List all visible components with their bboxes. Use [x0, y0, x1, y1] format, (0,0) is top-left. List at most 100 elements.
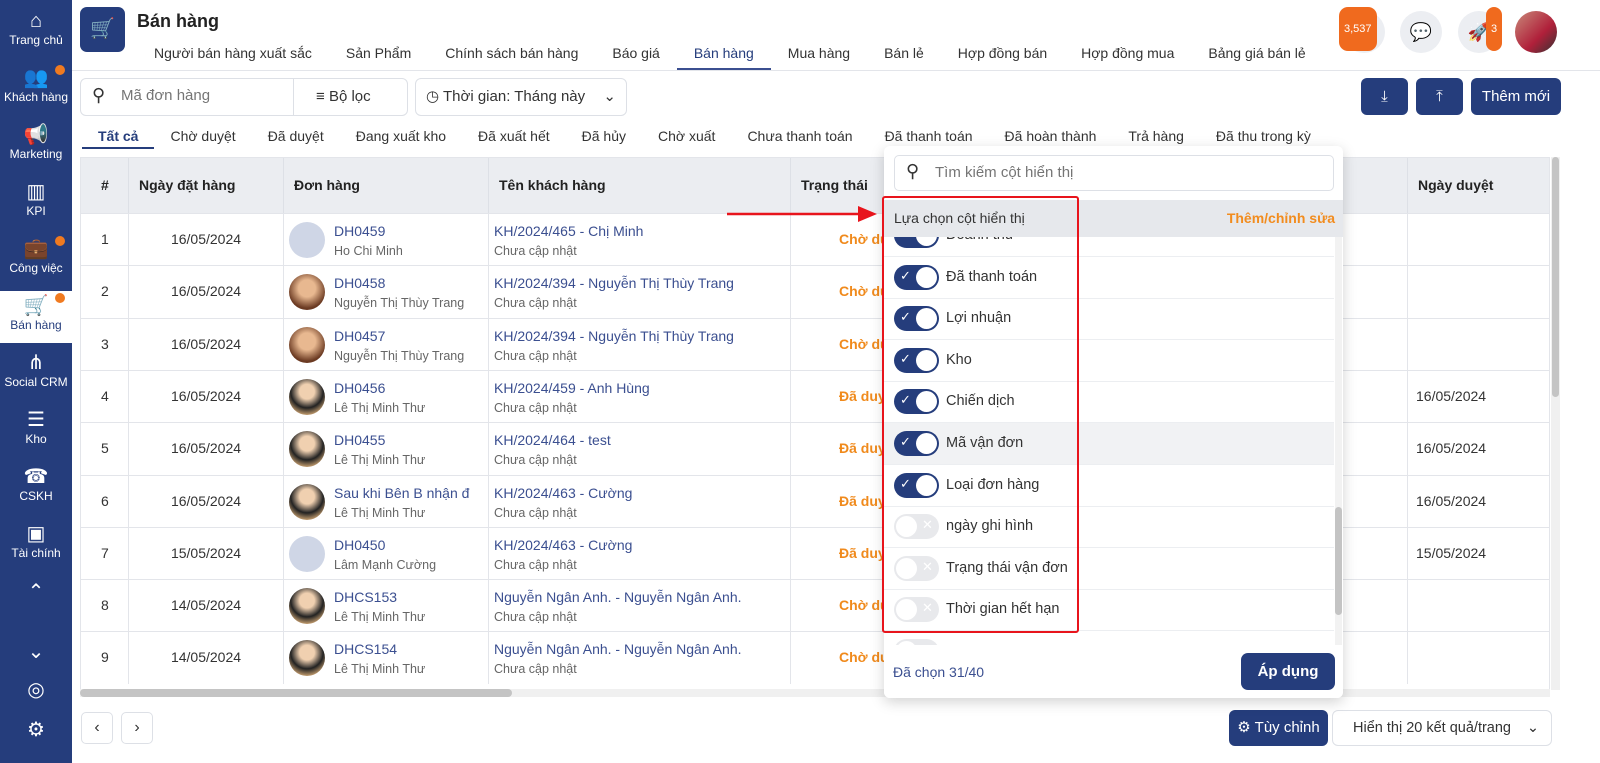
customer-link[interactable]: Nguyễn Ngân Anh. - Nguyễn Ngân Anh. [494, 641, 742, 657]
table-cell [1408, 580, 1549, 632]
row-number: 8 [101, 597, 109, 614]
chat-button[interactable]: 💬 [1400, 11, 1442, 53]
column-search-input[interactable] [935, 164, 1315, 181]
page-size-select[interactable]: Hiển thị 20 kết quả/trang ⌄ [1332, 710, 1552, 746]
status-tab[interactable]: Đã duyệt [252, 128, 340, 149]
column-header[interactable]: Đơn hàng [284, 158, 489, 213]
sidebar-item-0[interactable]: ⌂ Trang chủ [0, 6, 72, 58]
sidebar-item-3[interactable]: ▥ KPI [0, 177, 72, 229]
column-header[interactable]: Ngày duyệt [1408, 158, 1549, 213]
notification-button[interactable]: 🔔3,537 [1339, 7, 1385, 53]
nav-tab[interactable]: Báo giá [595, 44, 676, 70]
nav-tab[interactable]: Sản Phẩm [329, 44, 428, 70]
sidebar-item-7[interactable]: ☰ Kho [0, 405, 72, 457]
row-number: 7 [101, 544, 109, 561]
megaphone-icon: 📢 [23, 124, 49, 146]
customer-link[interactable]: KH/2024/394 - Nguyễn Thị Thùy Trang [494, 328, 734, 344]
filter-button[interactable]: ≡ Bộ lọc [293, 79, 409, 115]
order-code-link[interactable]: DHCS154 [334, 641, 397, 657]
sidebar-item-9[interactable]: ▣ Tài chính [0, 519, 72, 571]
status-tab[interactable]: Chờ xuất [642, 128, 731, 149]
download-button[interactable]: ⤓ [1361, 78, 1408, 115]
prev-page-button[interactable]: ‹ [81, 712, 113, 744]
status-tab[interactable]: Đã xuất hết [462, 128, 566, 149]
nav-tab[interactable]: Người bán hàng xuất sắc [137, 44, 329, 70]
upload-button[interactable]: ⤒ [1416, 78, 1463, 115]
rocket-button[interactable]: 🚀 3 [1458, 7, 1503, 53]
order-code-link[interactable]: DH0458 [334, 275, 385, 291]
customize-button[interactable]: ⚙ Tùy chỉnh [1229, 710, 1328, 746]
apply-button[interactable]: Áp dụng [1241, 653, 1335, 690]
table-cell: 16/05/2024 [129, 318, 284, 371]
sidebar-item-2[interactable]: 📢 Marketing [0, 120, 72, 172]
nav-tab[interactable]: Bán hàng [676, 44, 771, 70]
customer-link[interactable]: KH/2024/394 - Nguyễn Thị Thùy Trang [494, 275, 734, 291]
customer-link[interactable]: Nguyễn Ngân Anh. - Nguyễn Ngân Anh. [494, 589, 742, 605]
customer-link[interactable]: KH/2024/464 - test [494, 432, 611, 448]
seller-name: Nguyễn Thị Thùy Trang [334, 296, 465, 311]
sidebar-settings[interactable]: ⚙ [0, 718, 72, 742]
nav-tab[interactable]: Mua hàng [771, 44, 867, 70]
table-cell: 15/05/2024 [1408, 528, 1549, 580]
table-cell: DH0459 Ho Chi Minh [284, 214, 489, 266]
sidebar-expand-up[interactable]: ⌃ [0, 580, 72, 604]
nav-tab[interactable]: Chính sách bán hàng [428, 44, 595, 70]
sidebar-item-label: CSKH [19, 489, 53, 503]
table-cell: 16/05/2024 [129, 475, 284, 528]
edit-columns-link[interactable]: Thêm/chỉnh sửa [1227, 200, 1335, 237]
order-date: 14/05/2024 [170, 649, 242, 666]
search-icon: ⚲ [92, 85, 106, 105]
order-search-input[interactable] [121, 87, 291, 104]
seller-name: Lê Thị Minh Thư [334, 662, 426, 677]
chevron-up-icon: ⌃ [27, 581, 45, 603]
app-cart-icon: 🛒 [80, 7, 125, 52]
table-cell: DHCS154 Lê Thị Minh Thư [284, 632, 489, 685]
customer-link[interactable]: KH/2024/463 - Cường [494, 485, 632, 501]
order-code-link[interactable]: DHCS153 [334, 589, 397, 605]
sidebar-item-4[interactable]: 💼 Công việc [0, 234, 72, 286]
order-search: ⚲ ≡ Bộ lọc [80, 78, 408, 116]
user-avatar[interactable] [1515, 11, 1557, 53]
add-new-button[interactable]: Thêm mới [1471, 78, 1561, 115]
sidebar-support[interactable]: ◎ [0, 678, 72, 702]
nav-tab[interactable]: Hợp đồng bán [941, 44, 1064, 70]
order-code-link[interactable]: DH0457 [334, 328, 385, 344]
sidebar-item-6[interactable]: ⋔ Social CRM [0, 348, 72, 400]
customer-link[interactable]: KH/2024/463 - Cường [494, 537, 632, 553]
order-code-link[interactable]: DH0456 [334, 380, 385, 396]
column-list-scrollbar[interactable] [1335, 237, 1342, 645]
order-code-link[interactable]: Sau khi Bên B nhận đ [334, 485, 469, 501]
table-cell: KH/2024/394 - Nguyễn Thị Thùy Trang Chưa … [489, 266, 791, 319]
status-tab[interactable]: Chưa thanh toán [731, 128, 868, 149]
column-search: ⚲ [894, 155, 1334, 191]
table-cell: Nguyễn Ngân Anh. - Nguyễn Ngân Anh. Chưa … [489, 580, 791, 633]
nav-tab[interactable]: Bán lẻ [867, 44, 941, 70]
customer-link[interactable]: KH/2024/465 - Chị Minh [494, 223, 643, 239]
sidebar-item-8[interactable]: ☎ CSKH [0, 462, 72, 514]
order-code-link[interactable]: DH0459 [334, 223, 385, 239]
vertical-scrollbar[interactable] [1551, 157, 1560, 690]
table-cell: 15/05/2024 [129, 527, 284, 580]
column-option[interactable]: ✕ [884, 631, 1334, 645]
time-select[interactable]: ◷ Thời gian: Tháng này ⌄ [415, 78, 627, 116]
status-tab[interactable]: Chờ duyệt [154, 128, 251, 149]
status-tab[interactable]: Đã hủy [566, 128, 642, 149]
table-cell: DHCS153 Lê Thị Minh Thư [284, 580, 489, 633]
next-page-button[interactable]: › [121, 712, 153, 744]
order-code-link[interactable]: DH0455 [334, 432, 385, 448]
column-header[interactable]: Ngày đặt hàng [129, 158, 284, 213]
status-tab[interactable]: Tất cả [82, 128, 155, 149]
customer-link[interactable]: KH/2024/459 - Anh Hùng [494, 380, 650, 396]
nav-tab[interactable]: Bảng giá bán lẻ [1191, 44, 1322, 70]
sidebar-expand-down[interactable]: ⌄ [0, 640, 72, 664]
download-icon: ⤓ [1381, 88, 1388, 105]
table-cell: DH0450 Lâm Mạnh Cường [284, 527, 489, 580]
nav-tab[interactable]: Hợp đồng mua [1064, 44, 1191, 70]
sidebar-item-1[interactable]: 👥 Khách hàng [0, 63, 72, 115]
order-code-link[interactable]: DH0450 [334, 537, 385, 553]
status-tab[interactable]: Đang xuất kho [340, 128, 462, 149]
avatar [289, 431, 325, 468]
column-header[interactable]: # [81, 158, 129, 213]
sidebar-item-5[interactable]: 🛒 Bán hàng [0, 291, 72, 343]
time-label: Thời gian: Tháng này [443, 88, 586, 105]
